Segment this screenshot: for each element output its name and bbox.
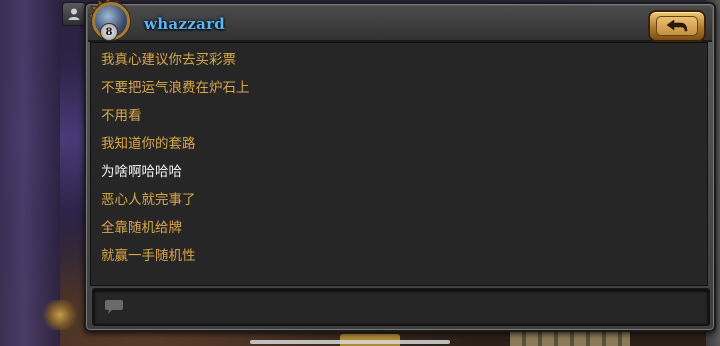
chat-bubble-icon: [105, 300, 123, 314]
chat-header: whazzard: [88, 6, 712, 42]
chat-message-incoming: 不用看: [101, 108, 142, 124]
player-level-badge: 8: [100, 23, 118, 41]
chat-input[interactable]: [132, 296, 696, 318]
system-gesture-bar[interactable]: [250, 340, 450, 344]
whisper-chat-window: whazzard 我真心建议你去买彩票 不要把运气浪费在炉石上 不用看 我知道你…: [84, 2, 716, 332]
game-board-decoration: [40, 300, 80, 330]
chat-message-incoming: 我真心建议你去买彩票: [101, 52, 236, 68]
friends-icon: [68, 8, 80, 20]
friends-list-button[interactable]: [62, 2, 86, 26]
game-board-card-edge: [510, 330, 630, 346]
player-name: whazzard: [144, 15, 226, 33]
back-arrow-icon: [666, 19, 688, 32]
chat-input-bar[interactable]: [92, 288, 710, 326]
chat-message-incoming: 就赢一手随机性: [101, 248, 196, 264]
back-button[interactable]: [648, 10, 706, 42]
chat-messages[interactable]: 我真心建议你去买彩票 不要把运气浪费在炉石上 不用看 我知道你的套路 为啥啊哈哈…: [90, 42, 708, 286]
chat-message-incoming: 恶心人就完事了: [101, 192, 196, 208]
game-board-left: [0, 0, 60, 346]
chat-message-outgoing: 为啥啊哈哈哈: [101, 164, 182, 180]
player-portrait[interactable]: 8: [88, 0, 130, 41]
back-button-face: [656, 16, 698, 36]
chat-message-incoming: 我知道你的套路: [101, 136, 196, 152]
chat-message-incoming: 不要把运气浪费在炉石上: [101, 80, 250, 96]
chat-message-incoming: 全靠随机给牌: [101, 220, 182, 236]
